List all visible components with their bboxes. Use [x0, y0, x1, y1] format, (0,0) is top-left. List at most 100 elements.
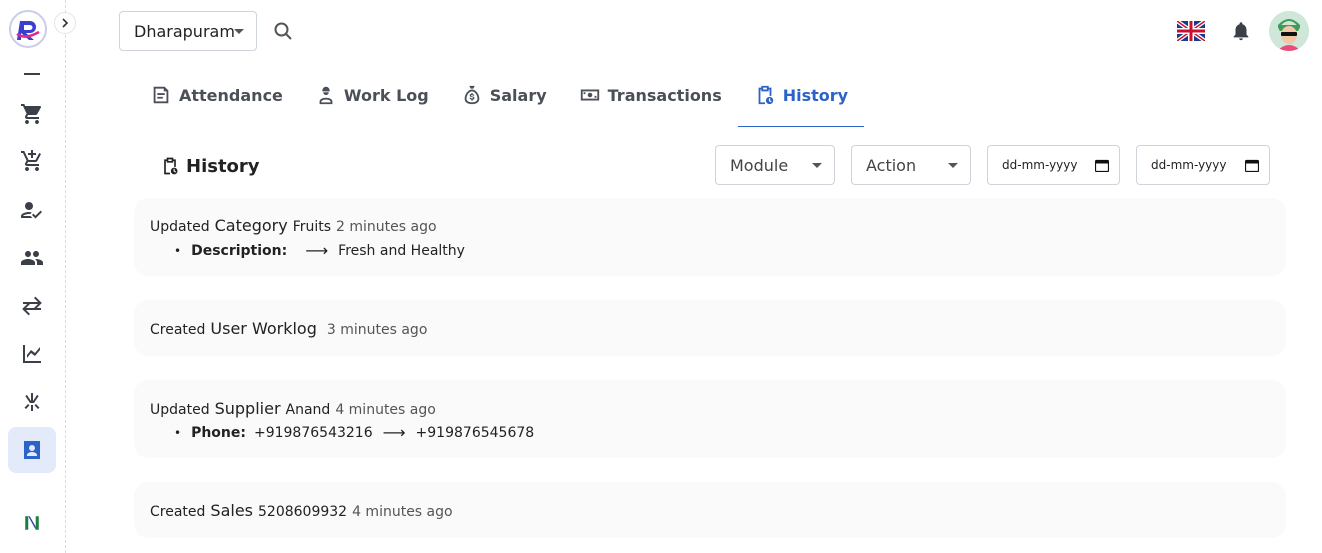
chevron-right-icon [62, 18, 69, 28]
tab-salary[interactable]: Salary [445, 64, 563, 126]
sidebar-collapse-button[interactable] [54, 12, 76, 34]
cart-add-icon [21, 150, 41, 171]
history-entry: Created User Worklog 3 minutes ago [134, 300, 1286, 356]
logo-icon [13, 14, 43, 44]
arrow-right-icon: ⟶ [305, 241, 329, 260]
tab-bar: Attendance Work Log Salary Transactions … [134, 64, 865, 127]
cash-icon [580, 89, 599, 101]
history-entry: Created Sales 5208609932 4 minutes ago [134, 482, 1286, 538]
tab-transactions-label: Transactions [607, 85, 722, 105]
history-entry-module: Category [214, 216, 288, 235]
history-entry-time: 3 minutes ago [326, 322, 428, 338]
contact-card-icon [24, 441, 40, 459]
tab-attendance[interactable]: Attendance [134, 64, 299, 126]
caret-down-icon [812, 163, 822, 168]
worker-icon [319, 86, 333, 105]
bullet-icon: • [174, 243, 182, 258]
caret-down-icon [948, 163, 958, 168]
history-change: • Phone: +919876543216 ⟶ +919876545678 [174, 423, 534, 442]
history-entry-time: 4 minutes ago [335, 402, 436, 418]
language-button[interactable] [1175, 19, 1207, 43]
history-change-new: Fresh and Healthy [338, 242, 465, 259]
history-change-field: Phone: [191, 424, 246, 441]
sidebar-item-chart[interactable] [8, 334, 56, 374]
sidebar-item-user-check[interactable] [8, 190, 56, 230]
location-select-value: Dharapuram [134, 21, 235, 41]
history-clipboard-icon [164, 157, 178, 175]
history-entry-summary: Updated Category Fruits 2 minutes ago [150, 216, 437, 235]
history-change: • Description: ⟶ Fresh and Healthy [174, 241, 465, 260]
sidebar-item-dash[interactable] [8, 54, 56, 94]
action-filter-placeholder: Action [866, 155, 917, 175]
tab-divider [134, 125, 1286, 126]
action-filter-select[interactable]: Action [851, 145, 971, 185]
caret-down-icon [234, 29, 244, 34]
dash-icon [24, 73, 40, 75]
history-change-old: +919876543216 [253, 424, 373, 441]
history-entry-module: Sales [210, 501, 253, 520]
sidebar-item-cart[interactable] [8, 94, 56, 134]
search-button[interactable] [271, 19, 295, 43]
to-date-input[interactable]: dd-mm-yyyy [1136, 145, 1270, 185]
app-logo[interactable] [9, 10, 47, 48]
history-change-new: +919876545678 [415, 424, 535, 441]
bullet-icon: • [174, 425, 182, 440]
history-entry: Updated Supplier Anand 4 minutes ago • P… [134, 380, 1286, 458]
history-entry-time: 2 minutes ago [336, 219, 437, 235]
bell-icon [1233, 22, 1249, 41]
cart-icon [21, 104, 42, 124]
sidebar-item-brand[interactable] [8, 503, 56, 543]
from-date-placeholder: dd-mm-yyyy [1002, 158, 1078, 172]
history-entry-time: 4 minutes ago [352, 504, 453, 520]
tab-salary-label: Salary [489, 85, 547, 105]
arrow-right-icon: ⟶ [382, 423, 406, 442]
location-select[interactable]: Dharapuram [119, 11, 257, 51]
history-change-field: Description: [191, 242, 288, 259]
avatar-icon [1269, 11, 1309, 51]
tab-work-log[interactable]: Work Log [299, 64, 445, 126]
sidebar-item-swap[interactable] [8, 286, 56, 326]
sidebar-item-scissors[interactable] [8, 382, 56, 422]
tab-work-log-label: Work Log [343, 85, 429, 105]
notifications-button[interactable] [1230, 20, 1252, 42]
from-date-input[interactable]: dd-mm-yyyy [987, 145, 1120, 185]
history-entry-entity: 5208609932 [258, 504, 348, 520]
money-bag-icon [464, 85, 480, 105]
tab-history[interactable]: History [737, 64, 865, 127]
history-entry-summary: Updated Supplier Anand 4 minutes ago [150, 399, 436, 418]
chart-icon [23, 345, 41, 363]
sidebar-item-contact[interactable] [8, 427, 56, 473]
brand-icon [25, 516, 39, 530]
history-entry-module: Supplier [214, 399, 281, 418]
history-entry-module: User Worklog [210, 319, 317, 338]
scissors-icon [24, 393, 40, 411]
search-icon [274, 22, 292, 40]
history-entry-entity: Fruits [292, 219, 332, 235]
history-heading-label: History [186, 155, 260, 177]
tab-attendance-label: Attendance [179, 85, 283, 105]
module-filter-placeholder: Module [730, 155, 789, 175]
to-date-placeholder: dd-mm-yyyy [1151, 158, 1227, 172]
history-entry-summary: Created Sales 5208609932 4 minutes ago [150, 501, 453, 520]
history-entry: Updated Category Fruits 2 minutes ago • … [134, 198, 1286, 276]
sidebar-item-people[interactable] [8, 238, 56, 278]
history-heading: History [160, 154, 260, 178]
tab-history-label: History [782, 85, 849, 105]
tab-transactions[interactable]: Transactions [563, 64, 738, 126]
history-entry-action: Created [150, 322, 206, 338]
history-clipboard-icon [758, 85, 773, 105]
user-check-icon [21, 202, 42, 219]
history-entry-summary: Created User Worklog 3 minutes ago [150, 319, 427, 338]
module-filter-select[interactable]: Module [715, 145, 835, 185]
people-icon [21, 251, 43, 265]
history-entry-entity: Anand [285, 402, 331, 418]
uk-flag-icon [1175, 19, 1207, 43]
sidebar-item-cart-add[interactable] [8, 141, 56, 181]
user-avatar[interactable] [1269, 11, 1309, 51]
history-entry-action: Updated [150, 402, 210, 418]
calendar-icon [1245, 159, 1259, 172]
history-entry-action: Created [150, 504, 206, 520]
calendar-icon [1095, 159, 1109, 172]
swap-icon [22, 296, 42, 316]
history-entry-action: Updated [150, 219, 210, 235]
